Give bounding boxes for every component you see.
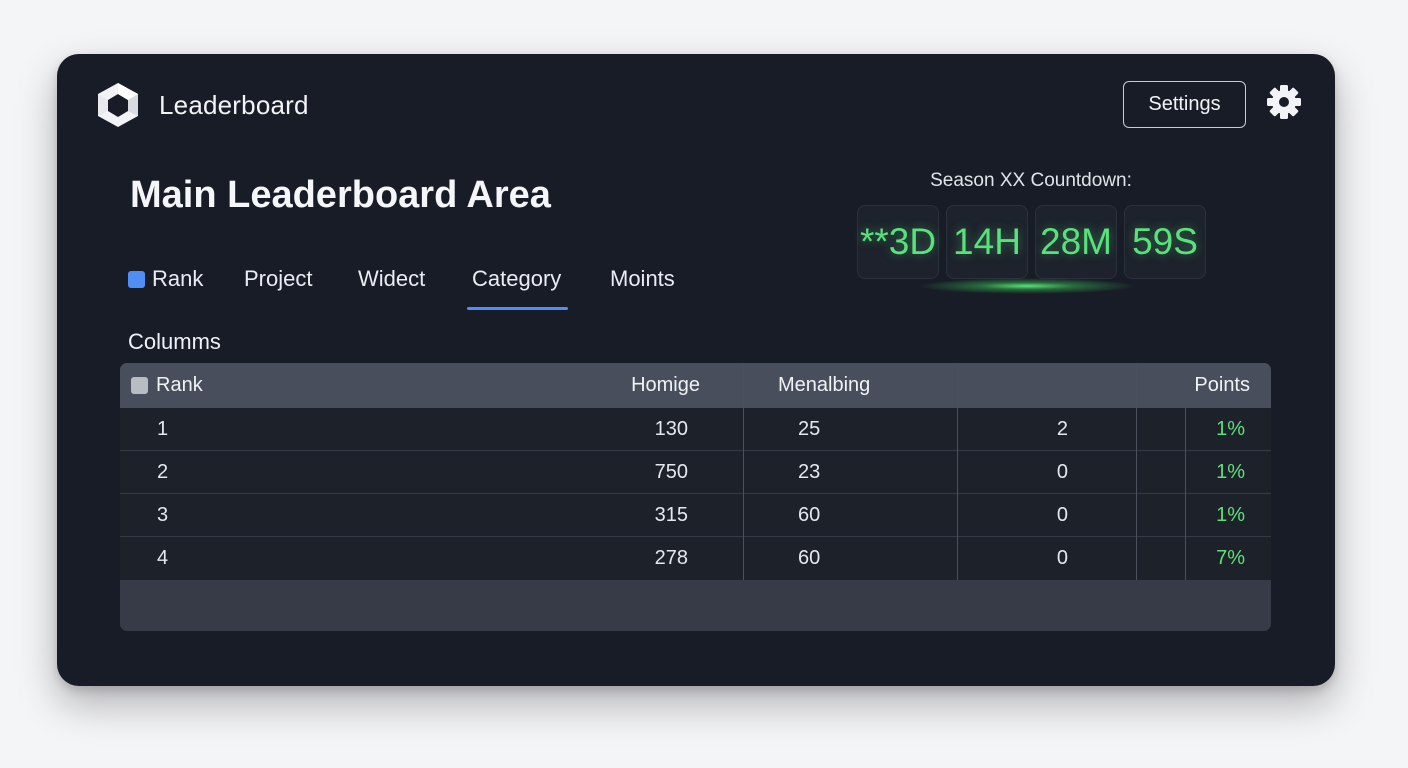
rank-cell: 4: [157, 547, 169, 569]
countdown-days: **3D: [857, 205, 939, 279]
points-cell: 1%: [1216, 503, 1245, 526]
tab-label: Widect: [358, 266, 426, 291]
rank-marker-icon: [128, 271, 145, 288]
page-title: Main Leaderboard Area: [130, 174, 551, 216]
brand: Leaderboard: [95, 81, 309, 129]
select-all-checkbox[interactable]: [131, 377, 148, 394]
countdown-glow: [917, 278, 1137, 294]
season-countdown: **3D 14H 28M 59S: [857, 205, 1206, 279]
gear-icon[interactable]: [1266, 84, 1302, 120]
tab-project[interactable]: Project: [244, 266, 312, 310]
tab-widect[interactable]: Widect: [358, 266, 425, 310]
tab-moints[interactable]: Moints: [610, 266, 675, 310]
menalbing-cell: 60: [798, 503, 821, 526]
column-header-rank[interactable]: Rank: [131, 363, 203, 408]
column-divider: [1185, 408, 1186, 580]
leaderboard-window: Leaderboard Settings Main Leaderboard Ar…: [57, 54, 1335, 686]
settings-button[interactable]: Settings: [1123, 81, 1246, 128]
countdown-seconds: 59S: [1124, 205, 1206, 279]
countdown-minutes: 28M: [1035, 205, 1117, 279]
section-label: Columms: [128, 329, 221, 354]
column-header-points[interactable]: Points: [1150, 363, 1250, 408]
table-body: 1 130 25 2 1% 2 750 23 0 1% 3 315 60 0 1…: [120, 408, 1271, 580]
menalbing-cell: 25: [798, 417, 821, 440]
tab-label: Category: [472, 266, 562, 291]
points-cell: 1%: [1216, 417, 1245, 440]
value-cell: 0: [1056, 503, 1068, 526]
tab-label: Moints: [610, 266, 675, 291]
menalbing-cell: 60: [798, 547, 821, 569]
points-cell: 7%: [1216, 547, 1245, 569]
hexagon-cube-logo-icon: [98, 83, 138, 127]
table-row[interactable]: 2 750 23 0 1%: [120, 451, 1271, 494]
tab-label: Project: [244, 266, 313, 291]
value-cell: 0: [1056, 547, 1068, 569]
homige-cell: 278: [654, 547, 688, 569]
active-tab-indicator: [467, 307, 569, 310]
rank-cell: 2: [157, 460, 169, 483]
countdown-hours: 14H: [946, 205, 1028, 279]
homige-cell: 750: [654, 460, 688, 483]
tab-label: Rank: [152, 266, 204, 291]
table-row[interactable]: 1 130 25 2 1%: [120, 408, 1271, 451]
table-row[interactable]: 4 278 60 0 7%: [120, 537, 1271, 580]
tab-rank[interactable]: Rank: [127, 266, 203, 310]
tab-category[interactable]: Category: [467, 266, 569, 310]
table-header: Rank Homige Menalbing Points: [120, 363, 1271, 408]
rank-cell: 3: [157, 503, 169, 526]
value-cell: 0: [1056, 460, 1068, 483]
rank-cell: 1: [157, 417, 169, 440]
column-divider: [957, 363, 958, 580]
homige-cell: 315: [654, 503, 688, 526]
app-title: Leaderboard: [159, 89, 309, 120]
menalbing-cell: 23: [798, 460, 821, 483]
points-cell: 1%: [1216, 460, 1245, 483]
homige-cell: 130: [654, 417, 688, 440]
column-divider: [1136, 363, 1137, 580]
column-header-homige[interactable]: Homige: [580, 363, 700, 408]
column-header-menalbing[interactable]: Menalbing: [778, 363, 870, 408]
value-cell: 2: [1056, 417, 1068, 440]
table-row[interactable]: 3 315 60 0 1%: [120, 494, 1271, 537]
leaderboard-table: Rank Homige Menalbing Points 1 130 25 2 …: [120, 363, 1271, 631]
countdown-label: Season XX Countdown:: [930, 170, 1132, 191]
column-divider: [743, 363, 744, 580]
